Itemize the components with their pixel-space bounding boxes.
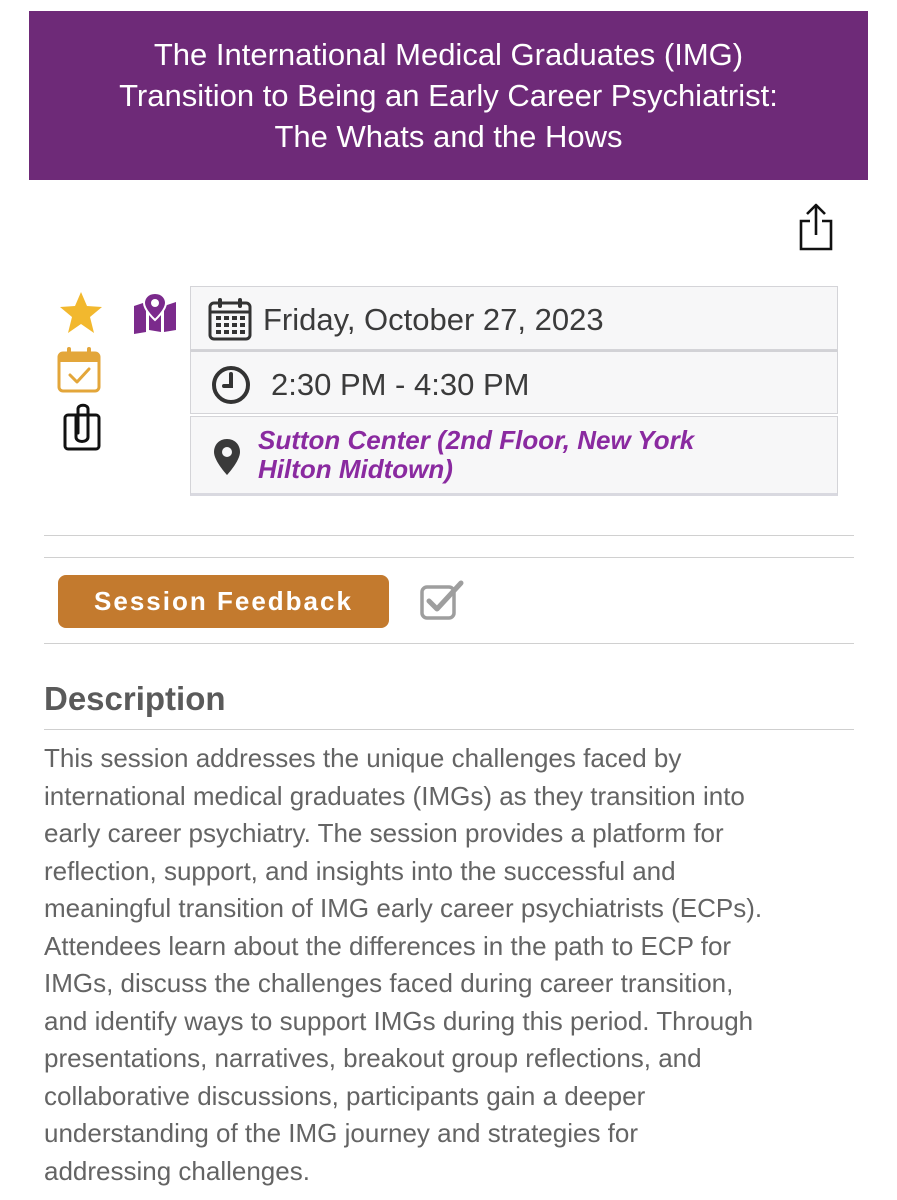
description-rule [44, 729, 854, 730]
session-title-line: The International Medical Graduates (IMG… [153, 37, 744, 72]
description-line: early career psychiatry. The session pro… [44, 818, 724, 848]
session-feedback-button[interactable]: Session Feedback [58, 575, 389, 628]
session-location-line: Hilton Midtown) [258, 454, 453, 484]
description-line: understanding of the IMG journey and str… [44, 1118, 639, 1148]
divider [44, 643, 854, 644]
session-date: Friday, October 27, 2023 [263, 302, 604, 337]
session-title-line: Transition to Being an Early Career Psyc… [119, 78, 778, 113]
session-title-line: The Whats and the Hows [274, 119, 623, 154]
description-heading: Description [44, 680, 226, 717]
session-location-line: Sutton Center (2nd Floor, New York [258, 425, 695, 455]
paperclip-icon[interactable] [62, 403, 102, 451]
share-icon[interactable] [797, 202, 835, 252]
description-line: and identify ways to support IMGs during… [44, 1005, 754, 1036]
session-date-row: Friday, October 27, 2023 [190, 286, 838, 350]
calendar-icon [208, 298, 252, 341]
session-title-banner: The International Medical Graduates (IMG… [29, 11, 868, 180]
description-line: IMGs, discuss the challenges faced durin… [44, 968, 734, 998]
description-line: presentations, narratives, breakout grou… [44, 1043, 702, 1073]
description-line: collaborative discussions, participants … [44, 1080, 646, 1111]
session-time: 2:30 PM - 4:30 PM [271, 367, 530, 402]
description-text: This session addresses the unique challe… [44, 740, 874, 1190]
session-time-row: 2:30 PM - 4:30 PM [190, 350, 838, 414]
map-pin-icon[interactable] [132, 292, 178, 334]
calendar-check-icon[interactable] [55, 346, 103, 394]
description-line: addressing challenges. [44, 1155, 310, 1186]
description-line: This session addresses the unique challe… [44, 743, 682, 773]
description-line: Attendees learn about the differences in… [44, 930, 732, 961]
divider [44, 535, 854, 536]
clock-icon [212, 366, 250, 404]
description-line: reflection, support, and insights into t… [44, 855, 676, 886]
description-line: meaningful transition of IMG early caree… [44, 893, 763, 923]
session-location-row[interactable]: Sutton Center (2nd Floor, New York Hilto… [190, 416, 838, 496]
description-line: international medical graduates (IMGs) a… [44, 780, 745, 811]
divider [44, 557, 854, 558]
location-pin-icon [214, 439, 240, 475]
session-location-link[interactable]: Sutton Center (2nd Floor, New York Hilto… [258, 426, 818, 484]
star-icon[interactable] [58, 290, 104, 336]
checkbox-check-icon[interactable] [419, 579, 465, 621]
